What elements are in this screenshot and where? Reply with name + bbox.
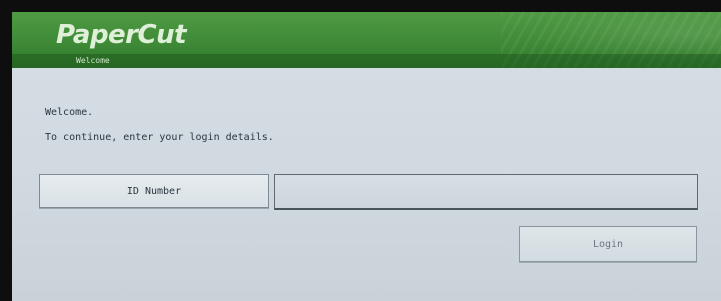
header-bar: PaperCut Welcome [12, 12, 721, 68]
login-button[interactable]: Login [519, 226, 697, 262]
page-subtitle: Welcome [76, 56, 110, 65]
screen: PaperCut Welcome Welcome. To continue, e… [0, 0, 721, 301]
welcome-text: Welcome. [45, 107, 94, 118]
id-number-input[interactable] [274, 174, 698, 210]
instruction-text: To continue, enter your login details. [45, 132, 274, 143]
login-panel: Welcome. To continue, enter your login d… [12, 68, 721, 301]
id-number-label-button[interactable]: ID Number [39, 174, 269, 208]
subtitle-bar [12, 54, 721, 68]
papercut-logo: PaperCut [56, 20, 187, 50]
